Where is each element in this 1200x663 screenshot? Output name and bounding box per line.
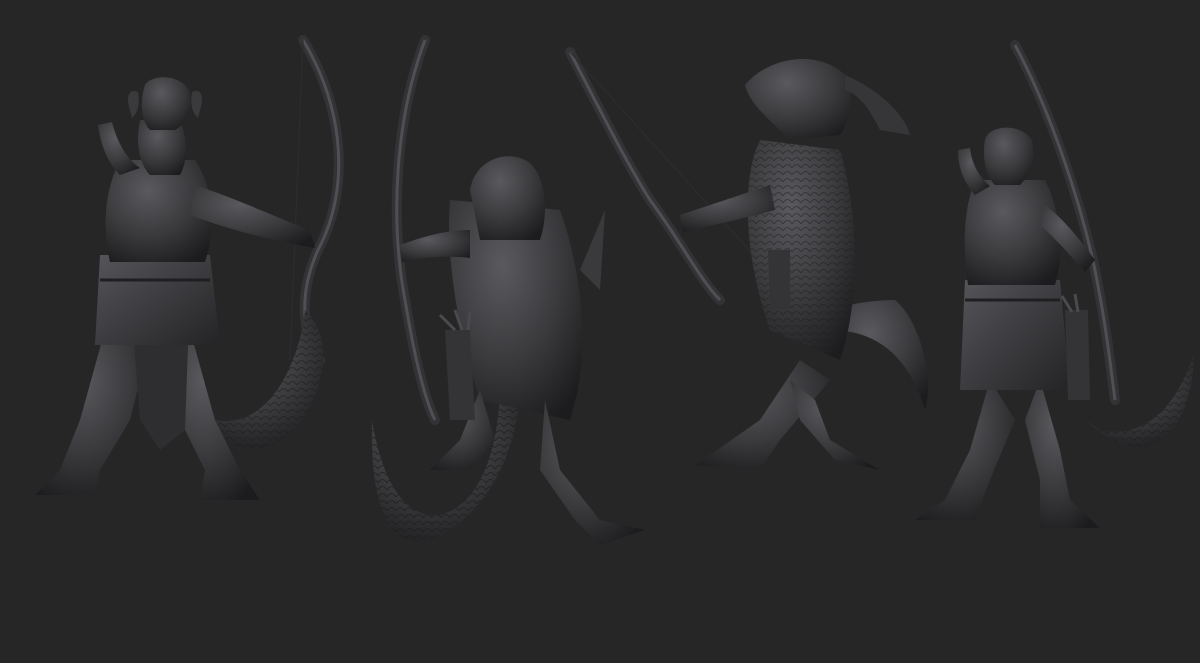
side-view-figure [565,47,929,470]
front-view-figure [35,35,344,500]
three-quarter-view-figure [915,40,1195,528]
sculpt-render [35,35,1195,545]
render-viewport [0,0,1200,663]
